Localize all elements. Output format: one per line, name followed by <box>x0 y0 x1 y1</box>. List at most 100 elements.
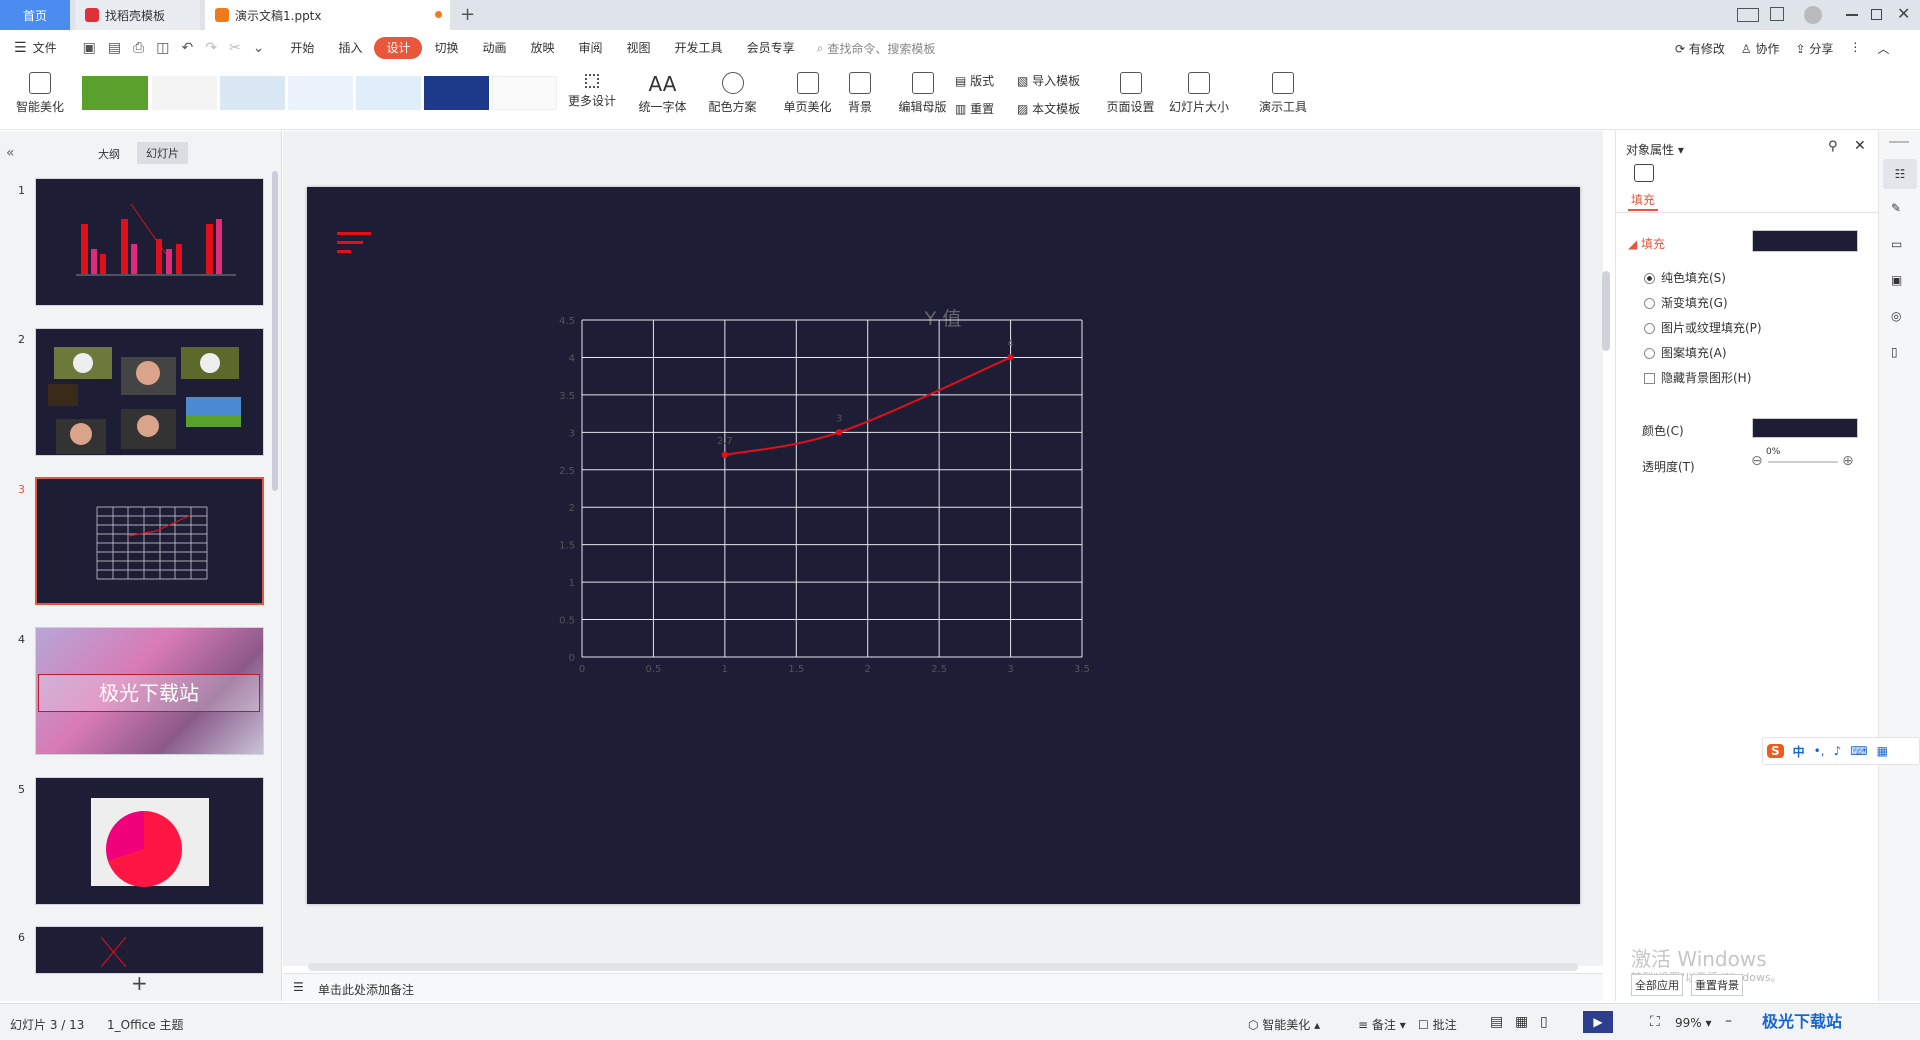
radio-solid[interactable]: 纯色填充(S) <box>1644 269 1726 286</box>
play-slideshow-button[interactable]: ▶ <box>1583 1011 1613 1033</box>
line-chart[interactable]: Y 值 0 0.5 1 1.5 2 2.5 3 3.5 4 4.5 0 0.5 1 1.5 2 2.5 3 3.5… <box>307 187 1580 904</box>
this-template-button[interactable]: ▨ 本文模板 <box>1017 100 1087 117</box>
apps-icon[interactable]: ▦ <box>1877 744 1888 758</box>
radio-picture[interactable]: 图片或纹理填充(P) <box>1644 319 1762 336</box>
color-scheme-button[interactable]: 配色方案 <box>700 72 765 115</box>
vertical-scrollbar[interactable] <box>1602 271 1610 351</box>
tab-animation[interactable]: 动画 <box>470 37 518 59</box>
layout-icon[interactable] <box>1737 8 1759 22</box>
tab-document[interactable]: 演示文稿1.pptx <box>205 0 450 30</box>
tab-view[interactable]: 视图 <box>615 37 663 59</box>
zoom-level[interactable]: 99% ▾ <box>1675 1016 1712 1030</box>
tab-review[interactable]: 审阅 <box>567 37 615 59</box>
radio-pattern[interactable]: 图案填充(A) <box>1644 344 1727 361</box>
template-thumb[interactable] <box>424 76 489 110</box>
ime-lang[interactable]: 中 <box>1793 743 1805 760</box>
sorter-view-icon[interactable]: ▦ <box>1515 1014 1528 1030</box>
outline-tab[interactable]: 大纲 <box>98 146 120 162</box>
file-menu[interactable]: 文件 <box>27 37 69 59</box>
tab-home[interactable]: 首页 <box>0 0 70 30</box>
slide-thumb-6[interactable] <box>35 926 264 974</box>
collapse-ribbon-icon[interactable]: ︿ <box>1877 40 1889 57</box>
export-icon[interactable]: ▤ <box>108 40 121 56</box>
format-painter-icon[interactable]: ✂ <box>229 40 241 56</box>
background-button[interactable]: 背景 <box>840 72 880 115</box>
tab-insert[interactable]: 插入 <box>326 37 374 59</box>
tab-template[interactable]: 找稻壳模板 <box>75 0 200 30</box>
radio-gradient[interactable]: 渐变填充(G) <box>1644 294 1728 311</box>
tab-start[interactable]: 开始 <box>278 37 326 59</box>
location-tool-icon[interactable]: ◎ <box>1891 309 1901 323</box>
slide-thumb-4[interactable]: 极光下载站 <box>35 627 264 755</box>
slide-thumb-1[interactable] <box>35 178 264 306</box>
reading-view-icon[interactable]: ▯ <box>1540 1014 1548 1030</box>
layout-button[interactable]: ▤ 版式 <box>955 72 1005 89</box>
redo-icon[interactable]: ↷ <box>205 40 217 56</box>
fill-color-dropdown[interactable] <box>1752 230 1858 252</box>
tab-developer[interactable]: 开发工具 <box>663 37 735 59</box>
avatar[interactable] <box>1804 6 1822 24</box>
hide-bg-checkbox[interactable]: 隐藏背景图形(H) <box>1644 369 1751 386</box>
normal-view-icon[interactable]: ▤ <box>1490 1014 1503 1030</box>
transparency-slider[interactable] <box>1768 461 1838 463</box>
pin-icon[interactable]: ⚲ <box>1828 139 1838 154</box>
import-template-button[interactable]: ▧ 导入模板 <box>1017 72 1087 89</box>
reset-button[interactable]: ▥ 重置 <box>955 100 1005 117</box>
keyboard-icon[interactable]: ⌨ <box>1850 744 1867 758</box>
notes-toggle[interactable]: ≡ 备注 ▾ <box>1358 1016 1406 1033</box>
fit-window-icon[interactable]: ⛶ <box>1650 1014 1660 1030</box>
slide-thumb-2[interactable] <box>35 328 264 456</box>
template-thumb[interactable] <box>152 76 217 110</box>
customize-icon[interactable]: ⌄ <box>253 40 265 56</box>
smart-beautify-button[interactable]: 智能美化 <box>10 72 70 115</box>
more-icon[interactable]: ⋮ <box>1849 40 1861 57</box>
notes-bar[interactable]: ☰ 单击此处添加备注 <box>283 973 1603 1001</box>
page-setup-button[interactable]: 页面设置 <box>1103 72 1158 115</box>
slide-thumb-5[interactable] <box>35 777 264 905</box>
close-window-icon[interactable]: ✕ <box>1897 4 1910 23</box>
horizontal-scrollbar[interactable] <box>308 963 1578 971</box>
zoom-out-icon[interactable]: – <box>1725 1013 1732 1029</box>
hamburger-icon[interactable]: ☰ <box>14 40 27 56</box>
slide-thumb-3-selected[interactable] <box>35 477 264 605</box>
comments-toggle[interactable]: ☐ 批注 <box>1418 1016 1457 1033</box>
punctuation-icon[interactable]: •, <box>1814 744 1825 758</box>
new-tab-button[interactable]: + <box>460 4 475 25</box>
reset-background-button[interactable]: 重置背景 <box>1691 974 1743 996</box>
tab-fill[interactable]: 填充 <box>1631 191 1655 208</box>
slide-canvas[interactable]: Y 值 0 0.5 1 1.5 2 2.5 3 3.5 4 4.5 0 0.5 1 1.5 2 2.5 3 3.5… <box>307 187 1580 904</box>
tab-slideshow[interactable]: 放映 <box>519 37 567 59</box>
share-button[interactable]: ⇪ 分享 <box>1795 40 1833 57</box>
minimize-icon[interactable] <box>1846 14 1858 16</box>
pin-tool-icon[interactable]: ✎ <box>1891 201 1901 215</box>
template-thumb[interactable] <box>220 76 285 110</box>
template-thumb[interactable] <box>82 76 148 110</box>
tab-transition[interactable]: 切换 <box>422 37 470 59</box>
thumb-scrollbar[interactable] <box>272 171 278 491</box>
slide-size-button[interactable]: 幻灯片大小 <box>1163 72 1235 115</box>
fill-section-header[interactable]: ◢ 填充 <box>1628 235 1665 252</box>
command-search[interactable]: ⌕ 查找命令、搜索模板 <box>817 40 936 57</box>
color-dropdown[interactable] <box>1752 418 1858 438</box>
add-slide-button[interactable]: + <box>131 971 148 995</box>
save-icon[interactable]: ▣ <box>83 40 96 56</box>
plus-icon[interactable]: ⊕ <box>1842 453 1854 469</box>
panel-title[interactable]: 对象属性 ▾ <box>1626 141 1684 158</box>
template-thumb[interactable] <box>288 76 353 110</box>
image-tool-icon[interactable]: ▣ <box>1891 273 1902 287</box>
properties-icon[interactable]: ☷ <box>1883 159 1917 189</box>
apply-all-button[interactable]: 全部应用 <box>1631 974 1683 996</box>
edit-master-button[interactable]: 编辑母版 <box>895 72 950 115</box>
unify-font-button[interactable]: AA 统一字体 <box>630 72 695 115</box>
minus-icon[interactable]: ⊖ <box>1751 453 1763 469</box>
mic-icon[interactable]: ♪ <box>1834 744 1842 758</box>
template-thumb[interactable] <box>356 76 421 110</box>
modified-button[interactable]: ⟳ 有修改 <box>1675 40 1725 57</box>
tab-design[interactable]: 设计 <box>374 37 423 59</box>
slides-tool-icon[interactable]: ▭ <box>1891 237 1902 251</box>
print-icon[interactable]: ⎙ <box>133 40 144 56</box>
template-thumb[interactable] <box>492 76 557 110</box>
preview-icon[interactable]: ◫ <box>156 40 169 56</box>
book-tool-icon[interactable]: ▯ <box>1891 345 1898 359</box>
slides-tab[interactable]: 幻灯片 <box>137 142 188 164</box>
